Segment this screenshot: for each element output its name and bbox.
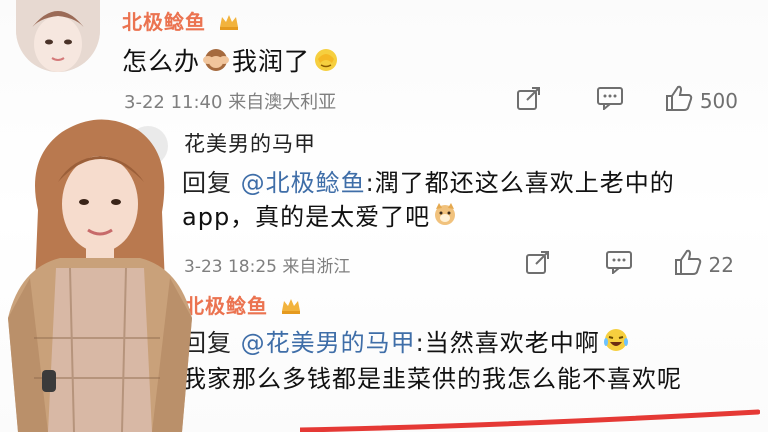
- avatar-huameinan[interactable]: [128, 126, 168, 166]
- like-icon: [664, 84, 694, 117]
- mention-link[interactable]: @北极鲶鱼: [241, 169, 366, 197]
- facepalm-emoji-icon: [312, 47, 340, 79]
- reply-body: 当然喜欢老中啊: [424, 329, 600, 357]
- comment-button[interactable]: [605, 250, 633, 279]
- share-button[interactable]: [525, 249, 551, 280]
- comment-text: 怎么办 我润了: [122, 42, 342, 79]
- share-button[interactable]: [516, 85, 542, 116]
- monkey-see-no-evil-icon: [202, 47, 230, 79]
- author-name[interactable]: 北极鲶鱼: [184, 294, 268, 318]
- comment-icon: [596, 86, 624, 115]
- author-name[interactable]: 北极鲶鱼: [122, 10, 206, 34]
- reply-prefix: 回复: [182, 329, 232, 357]
- weibo-comment-screen: 北极鲶鱼 怎么办 我润了 3-22 11:40 来自澳大利亚 500 花美男的马甲…: [0, 0, 768, 432]
- comment-author[interactable]: 北极鲶鱼: [122, 6, 240, 36]
- comment-source: 来自澳大利亚: [228, 92, 337, 113]
- reply-body: 我家那么多钱都是韭菜供的我怎么能不喜欢呢: [182, 364, 682, 393]
- comment-author[interactable]: 北极鲶鱼: [184, 290, 302, 320]
- comment-author[interactable]: 花美男的马甲: [184, 128, 316, 158]
- like-button[interactable]: 22: [673, 248, 734, 281]
- like-button[interactable]: 500: [664, 84, 738, 117]
- reply-text: 回复 @北极鲶鱼:潤了都还这么喜欢上老中的app，真的是太爱了吧: [182, 166, 742, 236]
- comment-text-part: 怎么办: [122, 47, 201, 76]
- mention-separator: :: [365, 169, 375, 197]
- person-overlay-image: [8, 119, 192, 432]
- doge-emoji-icon: [432, 201, 458, 236]
- comment-actions: 500: [516, 84, 738, 117]
- share-icon: [525, 249, 551, 280]
- comment-text-part: 我润了: [232, 47, 311, 76]
- like-icon: [673, 248, 703, 281]
- reply-text: 回复 @花美男的马甲:当然喜欢老中啊我家那么多钱都是韭菜供的我怎么能不喜欢呢: [182, 326, 762, 396]
- like-count: 22: [708, 252, 734, 277]
- comment-time: 3-23 18:25: [184, 257, 277, 277]
- avatar-beijinianyu[interactable]: [16, 0, 100, 72]
- mention-link[interactable]: @花美男的马甲: [241, 329, 416, 357]
- red-highlight-line: [300, 409, 760, 432]
- comment-source: 来自浙江: [282, 257, 351, 277]
- comment-button[interactable]: [596, 86, 624, 115]
- like-count: 500: [699, 88, 738, 113]
- comment-icon: [605, 250, 633, 279]
- comment-meta: 3-22 11:40 来自澳大利亚: [124, 88, 336, 114]
- laugh-cry-emoji-icon: [602, 327, 630, 362]
- reply-prefix: 回复: [182, 169, 232, 197]
- comment-actions: 22: [525, 248, 734, 281]
- mention-separator: :: [415, 329, 425, 357]
- comment-time: 3-22 11:40: [124, 92, 223, 113]
- comment-meta: 3-23 18:25 来自浙江: [184, 252, 350, 277]
- crown-badge-icon: [218, 12, 240, 36]
- crown-badge-icon: [280, 296, 302, 320]
- share-icon: [516, 85, 542, 116]
